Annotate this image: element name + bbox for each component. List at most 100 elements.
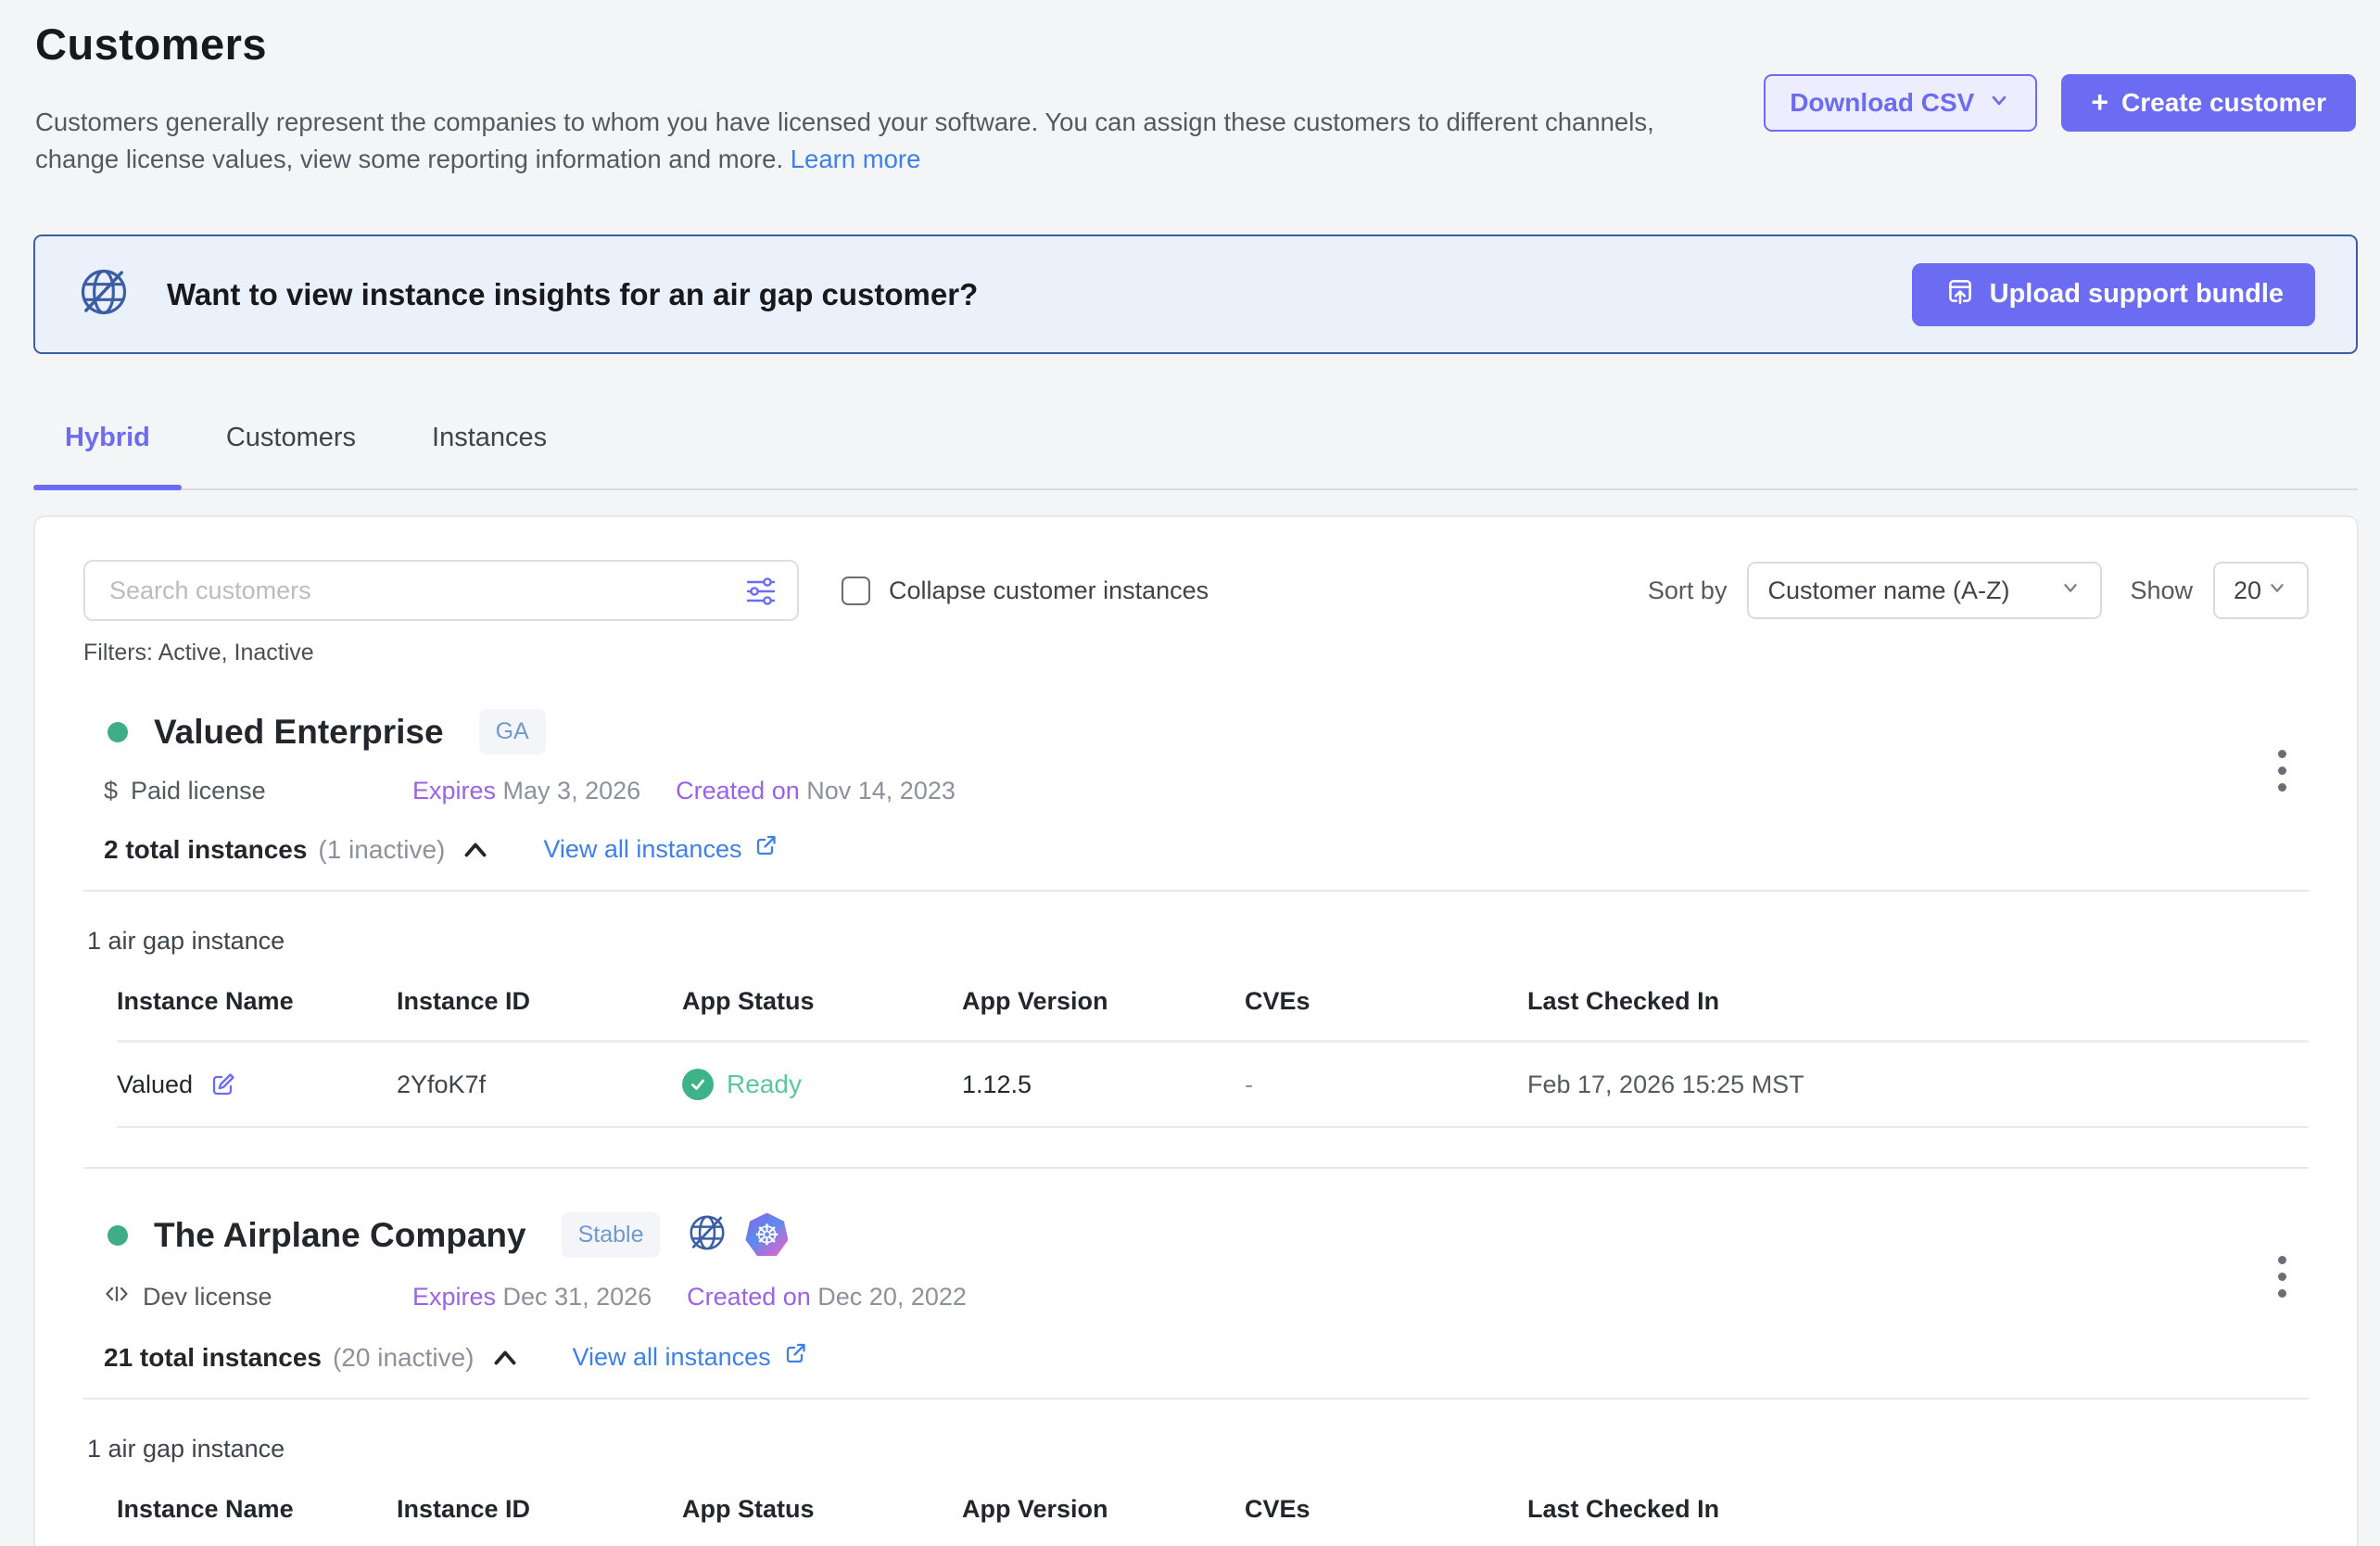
col-instance-id: Instance ID (397, 987, 682, 1043)
instance-name-value: Valued (117, 1071, 193, 1099)
collapse-instances-checkbox[interactable] (842, 577, 870, 605)
customer-meta: Dev license Expires Dec 31, 2026 Created… (104, 1281, 2309, 1313)
col-instance-name: Instance Name (117, 1495, 397, 1546)
col-cves: CVEs (1245, 987, 1527, 1043)
show-count-select[interactable]: 20 (2213, 562, 2309, 619)
page-description: Customers generally represent the compan… (35, 104, 1694, 178)
created-value: Dec 20, 2022 (817, 1283, 967, 1311)
tab-bar: Hybrid Customers Instances (33, 423, 549, 453)
active-status-dot (108, 722, 128, 742)
tabs-active-indicator (33, 485, 182, 490)
airgap-instances-heading: 1 air gap instance (87, 927, 2309, 956)
customer-card-valued-enterprise: Valued Enterprise GA $ Paid license Expi… (83, 709, 2309, 1169)
expires-pair: Expires May 3, 2026 (412, 777, 640, 805)
learn-more-link[interactable]: Learn more (791, 145, 921, 173)
customer-menu-button[interactable] (2272, 1250, 2292, 1303)
download-csv-button[interactable]: Download CSV (1764, 74, 2037, 132)
app-status-cell: Ready (682, 1043, 962, 1126)
col-app-version: App Version (962, 987, 1245, 1043)
instance-id-cell: 2YfoK7f (397, 1045, 682, 1125)
expires-value: Dec 31, 2026 (503, 1283, 652, 1311)
edit-icon[interactable] (208, 1070, 238, 1100)
toolbar: Collapse customer instances Sort by Cust… (83, 560, 2309, 621)
customer-menu-button[interactable] (2272, 744, 2292, 797)
inactive-instances-label: (20 inactive) (333, 1343, 475, 1373)
cves-cell: - (1245, 1045, 1527, 1125)
expires-value: May 3, 2026 (503, 777, 641, 805)
instances-table: Instance Name Instance ID App Status App… (117, 1495, 2309, 1546)
collapse-chevron-up-icon[interactable] (491, 1346, 519, 1370)
app-status-value: Ready (727, 1070, 802, 1099)
customer-card-airplane-company: The Airplane Company Stable ☸ (83, 1211, 2309, 1546)
instances-summary-row: 21 total instances (20 inactive) View al… (104, 1341, 2309, 1374)
banner-title: Want to view instance insights for an ai… (167, 277, 978, 312)
col-app-version: App Version (962, 1495, 1245, 1546)
license-type-label: Dev license (143, 1283, 272, 1312)
instance-name-cell: Valued (117, 1044, 397, 1126)
tabs-baseline (33, 488, 2358, 490)
customer-name[interactable]: The Airplane Company (154, 1216, 526, 1255)
sort-by-select[interactable]: Customer name (A-Z) (1747, 562, 2102, 619)
show-label: Show (2130, 577, 2193, 605)
tab-hybrid[interactable]: Hybrid (63, 423, 152, 453)
check-circle-icon (682, 1069, 714, 1100)
expires-label: Expires (412, 1283, 496, 1311)
section-divider (83, 1167, 2309, 1169)
instances-table: Instance Name Instance ID App Status App… (117, 987, 2309, 1128)
install-type-icons: ☸ (686, 1211, 788, 1259)
total-instances-label: 21 total instances (104, 1343, 322, 1373)
created-value: Nov 14, 2023 (806, 777, 956, 805)
inactive-instances-label: (1 inactive) (318, 835, 445, 865)
expires-label: Expires (412, 777, 496, 805)
view-all-instances-link[interactable]: View all instances (573, 1341, 808, 1374)
license-type: $ Paid license (104, 777, 377, 805)
upload-support-bundle-button[interactable]: Upload support bundle (1912, 263, 2315, 326)
download-csv-label: Download CSV (1790, 88, 1974, 118)
airgap-banner: Want to view instance insights for an ai… (33, 234, 2358, 354)
view-all-instances-link[interactable]: View all instances (543, 833, 779, 866)
external-link-icon (782, 1341, 808, 1374)
created-pair: Created on Dec 20, 2022 (687, 1283, 967, 1312)
tab-instances[interactable]: Instances (430, 423, 549, 453)
col-instance-name: Instance Name (117, 987, 397, 1043)
view-all-instances-label: View all instances (543, 835, 741, 864)
chevron-down-icon (2059, 577, 2082, 605)
plus-icon: + (2091, 87, 2108, 117)
customer-header: Valued Enterprise GA (83, 709, 2309, 754)
search-input[interactable] (83, 560, 799, 621)
show-count-value: 20 (2234, 577, 2261, 605)
expires-pair: Expires Dec 31, 2026 (412, 1283, 652, 1312)
view-all-instances-label: View all instances (573, 1343, 771, 1372)
customer-name[interactable]: Valued Enterprise (154, 713, 444, 752)
sort-by-value: Customer name (A-Z) (1767, 577, 2009, 605)
airgap-globe-icon (76, 264, 132, 324)
channel-badge: Stable (562, 1212, 661, 1258)
license-type: Dev license (104, 1281, 377, 1313)
paid-license-icon: $ (104, 777, 118, 805)
customer-meta: $ Paid license Expires May 3, 2026 Creat… (104, 777, 2309, 805)
col-app-status: App Status (682, 1495, 962, 1546)
collapse-instances-control[interactable]: Collapse customer instances (842, 577, 1209, 605)
kubernetes-helm-icon: ☸ (745, 1213, 788, 1258)
header-actions: Download CSV + Create customer (1764, 74, 2356, 132)
license-type-label: Paid license (131, 777, 266, 805)
created-pair: Created on Nov 14, 2023 (676, 777, 956, 805)
table-row: Valued 2YfoK7f Ready (117, 1043, 2309, 1128)
col-last-checked-in: Last Checked In (1527, 987, 2309, 1043)
active-status-dot (108, 1225, 128, 1246)
page-title: Customers (35, 19, 267, 70)
instances-summary-row: 2 total instances (1 inactive) View all … (104, 833, 2309, 866)
created-label: Created on (687, 1283, 811, 1311)
upload-support-bundle-label: Upload support bundle (1990, 279, 2284, 310)
divider (83, 1398, 2309, 1400)
collapse-instances-label: Collapse customer instances (889, 577, 1209, 605)
airgap-instances-heading: 1 air gap instance (87, 1435, 2309, 1464)
customer-header: The Airplane Company Stable ☸ (83, 1211, 2309, 1259)
tab-customers[interactable]: Customers (224, 423, 358, 453)
collapse-chevron-up-icon[interactable] (462, 838, 489, 862)
divider (83, 890, 2309, 892)
upload-icon (1943, 274, 1977, 315)
filter-sliders-icon[interactable] (743, 574, 779, 614)
col-instance-id: Instance ID (397, 1495, 682, 1546)
create-customer-button[interactable]: + Create customer (2061, 74, 2356, 132)
